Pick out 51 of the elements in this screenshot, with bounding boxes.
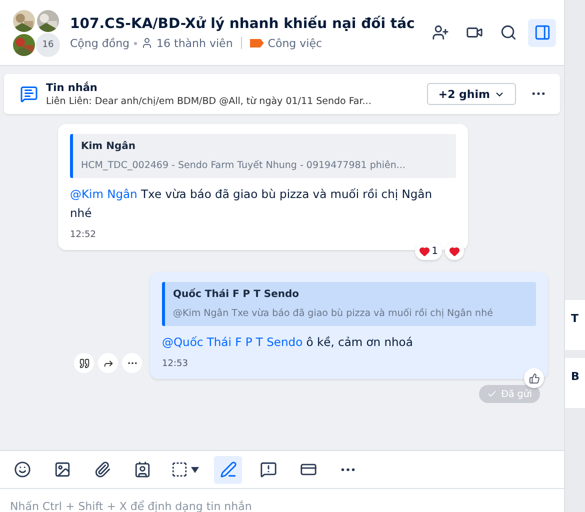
message-icon [20, 85, 38, 103]
add-user-icon [432, 24, 448, 41]
like-button[interactable] [524, 368, 544, 388]
forward-button[interactable] [98, 353, 118, 373]
panel-icon [534, 24, 550, 41]
quote-author: Kim Ngân [81, 141, 136, 152]
message-time: 12:52 [70, 230, 97, 240]
members-link[interactable]: 16 thành viên [156, 36, 233, 50]
message-input[interactable]: Nhấn Ctrl + Shift + X để định dạng tin nhắn [10, 500, 554, 512]
pins-dropdown[interactable]: +2 ghim [427, 83, 516, 105]
group-title: 107.CS-KA/BD-Xử lý nhanh khiếu nại đối tác [70, 16, 416, 32]
quote-button[interactable] [74, 353, 94, 373]
heart-icon [418, 246, 430, 256]
side-panel-text: T [571, 312, 579, 325]
member-count: 16 [36, 32, 60, 56]
side-panel-button[interactable] [528, 18, 556, 46]
dashed-square-icon [171, 461, 188, 478]
thumbs-up-icon [528, 372, 540, 384]
message-field[interactable]: Nhấn Ctrl + Shift + X để định dạng tin nhắn [0, 488, 564, 512]
search-icon [500, 24, 516, 41]
reaction-count[interactable]: 1 [414, 242, 442, 260]
pen-icon [220, 461, 236, 478]
forward-icon [102, 358, 114, 368]
more-icon [532, 92, 544, 96]
card-icon [300, 461, 316, 478]
quote-text: HCM_TDC_002469 - Sendo Farm Tuyết Nhung - 0919477981 phiên... [81, 160, 406, 171]
caret-icon [191, 466, 199, 472]
pinned-title: Tin nhắn [46, 82, 98, 94]
paperclip-icon [94, 461, 110, 478]
check-icon [487, 389, 498, 399]
more-icon [128, 362, 136, 364]
heart-react-button[interactable] [445, 242, 464, 260]
message-alert-icon [260, 461, 276, 478]
message-time: 12:53 [162, 359, 189, 369]
more-icon [341, 468, 355, 472]
person-icon [140, 37, 153, 49]
format-button[interactable] [214, 456, 242, 484]
quote-text: @Kim Ngân Txe vừa báo đã giao bù pizza và muối rồi chị Ngân nhé [173, 308, 494, 319]
pinned-bar[interactable]: Tin nhắn Liên Liên: Dear anh/chị/em BDM/BD @All, từ ngày 01/11 Sendo Far... +2 ghim [4, 74, 560, 114]
contact-card-icon [134, 461, 150, 478]
heart-icon [449, 246, 460, 256]
label-text[interactable]: Công việc [268, 36, 322, 50]
image-icon [54, 461, 70, 478]
side-panel-text: B [571, 370, 580, 383]
message-text: @Kim Ngân Txe vừa báo đã giao bù pizza và muối rồi chị Ngân nhé [70, 186, 433, 222]
quote-icon [78, 358, 90, 368]
pinned-preview: Liên Liên: Dear anh/chị/em BDM/BD @All, từ ngày 01/11 Sendo Far... [46, 96, 372, 106]
smile-icon [14, 461, 30, 478]
quote-author: Quốc Thái F P T Sendo [173, 289, 300, 300]
group-type: Cộng đồng [70, 36, 130, 50]
message-text: @Quốc Thái F P T Sendo ô kề, cảm ơn nhoá [162, 334, 414, 351]
